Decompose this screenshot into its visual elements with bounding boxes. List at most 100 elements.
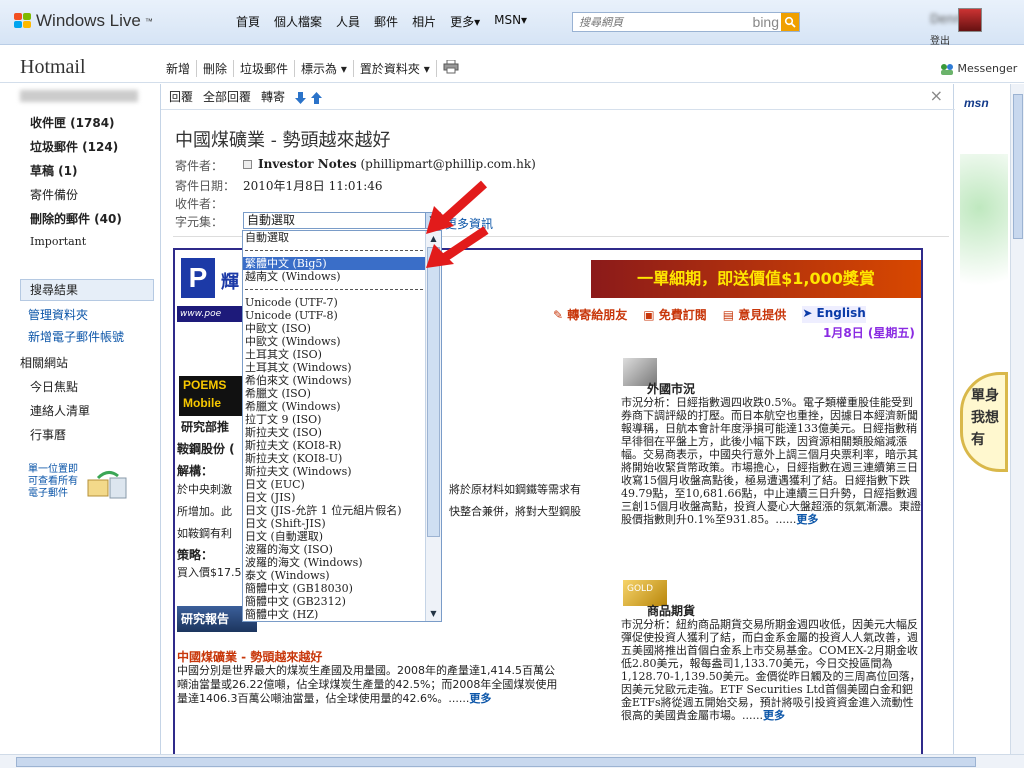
nav-mail[interactable]: 郵件 bbox=[374, 13, 398, 30]
charset-option[interactable]: 日文 (Shift-JIS) bbox=[243, 517, 425, 530]
english-link[interactable]: ➤ English bbox=[802, 306, 866, 323]
more-link[interactable]: 更多 bbox=[469, 692, 491, 705]
charset-select[interactable]: 自動選取 ▼ bbox=[243, 212, 441, 229]
charset-option[interactable]: Unicode (UTF-8) bbox=[243, 309, 425, 322]
add-email-account-link[interactable]: 新增電子郵件帳號 bbox=[28, 328, 124, 345]
promo-banner[interactable]: 一單細期，即送價值$1,000獎賞 bbox=[591, 260, 921, 298]
charset-option[interactable]: 泰文 (Windows) bbox=[243, 569, 425, 582]
related-contacts[interactable]: 連絡人清單 bbox=[30, 402, 90, 419]
charset-option[interactable]: 簡體中文 (GB18030) bbox=[243, 582, 425, 595]
charset-option[interactable]: 簡體中文 (GB2312) bbox=[243, 595, 425, 608]
delete-button[interactable]: 刪除 bbox=[197, 60, 235, 77]
chevron-down-icon[interactable]: ▼ bbox=[427, 607, 440, 620]
foreign-market-text: 市況分析：日經指數週四收跌0.5%。電子類權重股佳能受到券商下調評級的打壓。而日… bbox=[621, 396, 921, 526]
charset-option[interactable]: 波羅的海文 (Windows) bbox=[243, 556, 425, 569]
to-label: 收件者： bbox=[175, 197, 224, 211]
vertical-scrollbar[interactable] bbox=[1010, 84, 1024, 754]
newsletter-links: ✎ 轉寄給朋友 ▣ 免費訂閱 ▤ 意見提供 ➤ English bbox=[553, 306, 866, 323]
manage-folders-link[interactable]: 管理資料夾 bbox=[28, 306, 88, 323]
charset-dropdown-list[interactable]: 自動選取繁體中文 (Big5) 越南文 (Windows) Unicode (UTF… bbox=[242, 230, 442, 622]
messenger-link[interactable]: Messenger bbox=[940, 62, 1017, 75]
feedback-link[interactable]: ▤ 意見提供 bbox=[723, 306, 787, 323]
charset-option[interactable]: 日文 (JIS-允許 1 位元組片假名) bbox=[243, 504, 425, 517]
charset-option[interactable]: 繁體中文 (Big5) bbox=[243, 257, 425, 270]
phillip-logo[interactable]: P bbox=[181, 258, 215, 298]
related-today[interactable]: 今日焦點 bbox=[30, 378, 78, 395]
nav-msn[interactable]: MSN▾ bbox=[494, 13, 527, 30]
dropdown-scrollbar[interactable]: ▲ ▼ bbox=[425, 231, 441, 621]
from-value[interactable]: Investor Notes (phillipmart@phillip.com.… bbox=[243, 157, 536, 171]
move-to-button[interactable]: 置於資料夾 ▾ bbox=[354, 60, 437, 77]
charset-option[interactable]: 希臘文 (ISO) bbox=[243, 387, 425, 400]
new-button[interactable]: 新增 bbox=[160, 60, 198, 77]
search-button[interactable] bbox=[781, 13, 799, 31]
magnifier-icon bbox=[784, 16, 796, 28]
hotmail-title[interactable]: Hotmail bbox=[20, 56, 86, 79]
ad-bubble[interactable]: 單身 我想 有 bbox=[960, 372, 1008, 472]
forward-to-friend-link[interactable]: ✎ 轉寄給朋友 bbox=[553, 306, 627, 323]
charset-option[interactable]: 斯拉夫文 (Windows) bbox=[243, 465, 425, 478]
mark-as-button[interactable]: 標示為 ▾ bbox=[295, 60, 354, 77]
charset-option[interactable]: 希伯來文 (Windows) bbox=[243, 374, 425, 387]
promo-link[interactable]: 單一位置即 可查看所有 電子郵件 bbox=[28, 464, 78, 500]
folder-inbox[interactable]: 收件匣 (1784) bbox=[30, 114, 115, 131]
date-value: 2010年1月8日 11:01:46 bbox=[243, 179, 383, 193]
reply-all-button[interactable]: 全部回覆 bbox=[203, 84, 251, 109]
charset-option[interactable]: 斯拉夫文 (KOI8-U) bbox=[243, 452, 425, 465]
more-link[interactable]: 更多 bbox=[763, 709, 785, 722]
article-title[interactable]: 中國煤礦業 - 勢頭越來越好 bbox=[177, 648, 322, 665]
ad-image-cupid[interactable] bbox=[960, 154, 1008, 334]
related-calendar[interactable]: 行事曆 bbox=[30, 426, 66, 443]
scroll-thumb[interactable] bbox=[1013, 94, 1023, 239]
close-icon[interactable]: × bbox=[930, 86, 943, 105]
search-results-folder[interactable]: 搜尋結果 bbox=[20, 279, 154, 301]
account-email[interactable] bbox=[20, 90, 138, 102]
horizontal-scrollbar[interactable] bbox=[0, 754, 1024, 768]
nav-photos[interactable]: 相片 bbox=[412, 13, 436, 30]
charset-option[interactable]: 自動選取 bbox=[243, 231, 425, 244]
nav-people[interactable]: 人員 bbox=[336, 13, 360, 30]
charset-option[interactable]: 土耳其文 (Windows) bbox=[243, 361, 425, 374]
charset-option[interactable]: 簡體中文 (HZ) bbox=[243, 608, 425, 621]
charset-option[interactable]: Unicode (UTF-7) bbox=[243, 296, 425, 309]
charset-option[interactable]: 中歐文 (ISO) bbox=[243, 322, 425, 335]
folder-important[interactable]: Important bbox=[30, 235, 86, 248]
folder-drafts[interactable]: 草稿 (1) bbox=[30, 162, 78, 179]
signout-link[interactable]: 登出 bbox=[930, 32, 950, 47]
charset-option[interactable]: 日文 (自動選取) bbox=[243, 530, 425, 543]
folder-sent[interactable]: 寄件備份 bbox=[30, 186, 78, 203]
junk-button[interactable]: 垃圾郵件 bbox=[234, 60, 296, 77]
prev-next-arrows[interactable] bbox=[295, 84, 325, 109]
folder-junk[interactable]: 垃圾郵件 (124) bbox=[30, 138, 118, 155]
related-sites-heading: 相關網站 bbox=[20, 356, 69, 370]
print-button[interactable] bbox=[437, 59, 465, 77]
nav-home[interactable]: 首頁 bbox=[236, 13, 260, 30]
charset-option[interactable]: 日文 (JIS) bbox=[243, 491, 425, 504]
charset-option[interactable]: 波羅的海文 (ISO) bbox=[243, 543, 425, 556]
charset-option[interactable]: 拉丁文 9 (ISO) bbox=[243, 413, 425, 426]
msn-logo[interactable]: msn bbox=[964, 96, 989, 110]
charset-option[interactable]: 希臘文 (Windows) bbox=[243, 400, 425, 413]
charset-option[interactable]: 中歐文 (Windows) bbox=[243, 335, 425, 348]
charset-option[interactable]: 斯拉夫文 (ISO) bbox=[243, 426, 425, 439]
web-search-input[interactable] bbox=[573, 13, 733, 31]
charset-option[interactable]: 土耳其文 (ISO) bbox=[243, 348, 425, 361]
charset-option[interactable]: 越南文 (Windows) bbox=[243, 270, 425, 283]
charset-option[interactable]: 日文 (EUC) bbox=[243, 478, 425, 491]
charset-option[interactable]: 斯拉夫文 (KOI8-R) bbox=[243, 439, 425, 452]
avatar[interactable] bbox=[958, 8, 982, 32]
article-text: 中國分別是世界最大的煤炭生產國及用量國。2008年的產量達1,414.5百萬公 bbox=[177, 664, 555, 677]
forward-button[interactable]: 轉寄 bbox=[261, 84, 285, 109]
nav-more[interactable]: 更多▾ bbox=[450, 13, 480, 30]
windows-live-brand[interactable]: Windows Live ™ bbox=[14, 11, 153, 31]
poems-mobile-logo[interactable]: POEMS Mobile bbox=[179, 376, 245, 416]
web-search: bing bbox=[572, 12, 800, 32]
more-link[interactable]: 更多 bbox=[796, 513, 818, 526]
subscribe-link[interactable]: ▣ 免費訂閱 bbox=[643, 306, 707, 323]
reply-button[interactable]: 回覆 bbox=[169, 84, 193, 109]
newsletter-url[interactable]: www.poe bbox=[177, 306, 247, 322]
scroll-thumb[interactable] bbox=[16, 757, 976, 767]
scroll-thumb[interactable] bbox=[427, 247, 440, 537]
nav-profile[interactable]: 個人檔案 bbox=[274, 13, 322, 30]
folder-deleted[interactable]: 刪除的郵件 (40) bbox=[30, 210, 122, 227]
